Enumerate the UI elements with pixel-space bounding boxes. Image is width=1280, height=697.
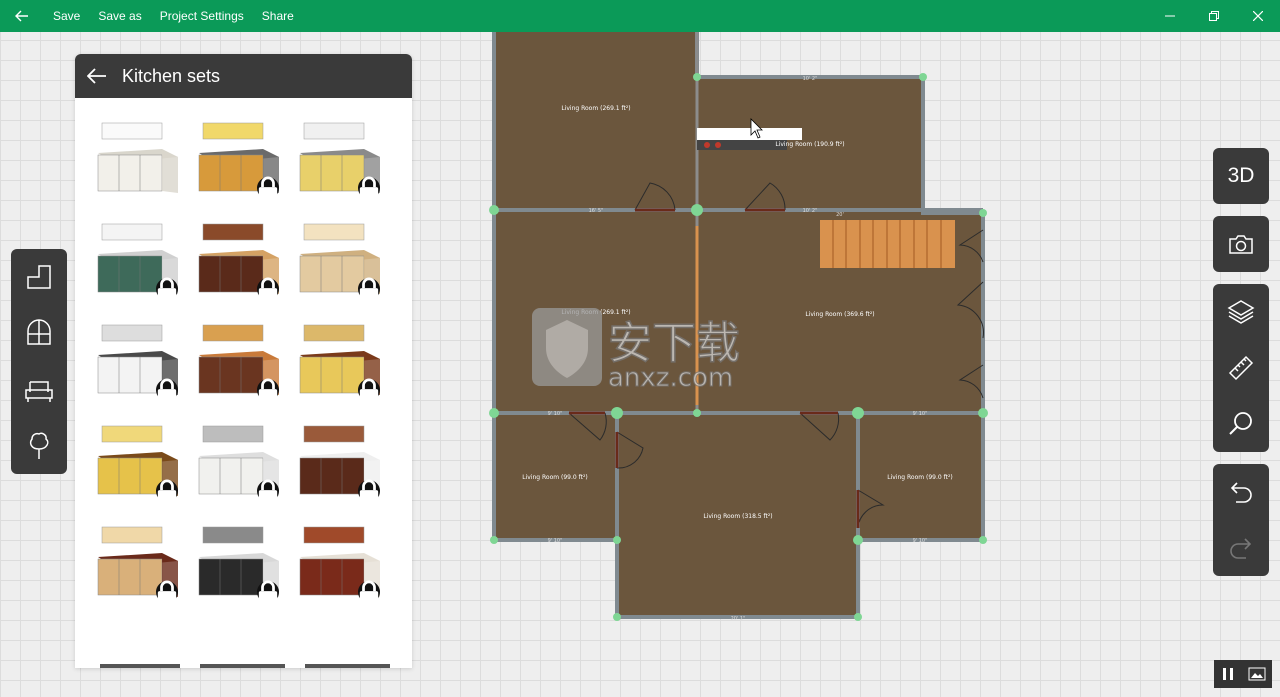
- watermark-sub: anxz.com: [608, 363, 733, 393]
- lock-icon: [358, 277, 380, 301]
- back-arrow-icon: [87, 68, 106, 84]
- wall-tool-icon: [27, 265, 51, 289]
- restore-button[interactable]: [1192, 0, 1236, 32]
- catalog-item[interactable]: [87, 409, 188, 510]
- room-label: Living Room (318.5 ft²): [703, 513, 772, 520]
- lock-icon: [156, 580, 178, 604]
- media-controls: [1214, 660, 1272, 688]
- tree-plant-icon: [29, 432, 49, 459]
- project-settings-button[interactable]: Project Settings: [151, 0, 253, 32]
- lock-icon: [257, 277, 279, 301]
- history-group: [1213, 464, 1269, 576]
- catalog-item[interactable]: [188, 409, 289, 510]
- catalog-panel: Kitchen sets: [75, 54, 412, 668]
- measure-button[interactable]: [1213, 340, 1269, 396]
- lock-icon: [358, 378, 380, 402]
- catalog-item[interactable]: [188, 106, 289, 207]
- catalog-item[interactable]: [188, 308, 289, 409]
- close-icon: [1253, 11, 1263, 21]
- lock-icon: [257, 479, 279, 503]
- wall-tool-button[interactable]: [17, 255, 61, 299]
- title-bar: Save Save as Project Settings Share: [0, 0, 1280, 32]
- catalog-header: Kitchen sets: [75, 54, 412, 98]
- dimension-label: 9' 10": [913, 538, 928, 544]
- catalog-item[interactable]: [289, 409, 390, 510]
- catalog-item[interactable]: [87, 106, 188, 207]
- furniture-sofa-icon: [25, 380, 53, 402]
- layers-icon: [1227, 300, 1255, 324]
- catalog-item[interactable]: [188, 207, 289, 308]
- redo-button[interactable]: [1213, 520, 1269, 576]
- room-label: Living Room (190.9 ft²): [775, 141, 844, 148]
- view-3d-group: 3D: [1213, 148, 1269, 204]
- catalog-item[interactable]: [87, 308, 188, 409]
- undo-button[interactable]: [1213, 464, 1269, 520]
- dimension-label: 10' 2": [803, 76, 818, 82]
- tool-rail: [11, 249, 67, 474]
- catalog-item[interactable]: [289, 308, 390, 409]
- catalog-back-button[interactable]: [75, 54, 119, 98]
- dimension-label: 10' 2": [803, 208, 818, 214]
- catalog-title: Kitchen sets: [122, 65, 221, 86]
- room-label: Living Room (99.0 ft²): [522, 474, 587, 481]
- catalog-item[interactable]: [289, 207, 390, 308]
- view-tools-group: [1213, 284, 1269, 452]
- close-button[interactable]: [1236, 0, 1280, 32]
- watermark: 安下载 anxz.com: [532, 308, 741, 394]
- catalog-item[interactable]: [289, 106, 390, 207]
- search-icon: [1229, 412, 1252, 435]
- room-label: Living Room (269.1 ft²): [561, 105, 630, 112]
- redo-icon: [1230, 538, 1252, 559]
- minimize-icon: [1165, 15, 1175, 17]
- watermark-text: 安下载: [608, 318, 740, 369]
- floor-plan[interactable]: Living Room (269.1 ft²) Living Room (190…: [480, 32, 1000, 632]
- dimension-label: 9' 10": [548, 411, 563, 417]
- lock-icon: [257, 378, 279, 402]
- back-button[interactable]: [0, 0, 44, 32]
- minimize-button[interactable]: [1148, 0, 1192, 32]
- ruler-icon: [1228, 355, 1254, 381]
- catalog-item[interactable]: [188, 510, 289, 611]
- zoom-search-button[interactable]: [1213, 396, 1269, 452]
- lock-icon: [156, 277, 178, 301]
- dimension-label: 20' 1": [731, 616, 746, 622]
- lock-icon: [358, 580, 380, 604]
- dimension-label: 20': [836, 212, 844, 218]
- pause-icon[interactable]: [1221, 667, 1235, 681]
- save-button[interactable]: Save: [44, 0, 89, 32]
- view-3d-button[interactable]: 3D: [1213, 148, 1269, 204]
- picture-in-picture-icon[interactable]: [1248, 667, 1266, 681]
- layers-button[interactable]: [1213, 284, 1269, 340]
- dimension-label: 9' 10": [548, 538, 563, 544]
- next-row-peek: [95, 664, 395, 668]
- window-tool-icon: [27, 319, 51, 346]
- lock-icon: [156, 479, 178, 503]
- room-label: Living Room (99.0 ft²): [887, 474, 952, 481]
- window-tool-button[interactable]: [17, 311, 61, 355]
- save-as-button[interactable]: Save as: [89, 0, 150, 32]
- room-label: Living Room (369.6 ft²): [805, 311, 874, 318]
- stairs[interactable]: [820, 220, 955, 268]
- lock-icon: [156, 378, 178, 402]
- catalog-item[interactable]: [289, 510, 390, 611]
- lock-icon: [358, 176, 380, 200]
- lock-icon: [257, 176, 279, 200]
- undo-icon: [1230, 482, 1252, 503]
- dimension-label: 9' 10": [913, 411, 928, 417]
- snapshot-button[interactable]: [1213, 216, 1269, 272]
- catalog-item[interactable]: [87, 510, 188, 611]
- back-arrow-icon: [15, 10, 28, 22]
- furniture-tool-button[interactable]: [17, 368, 61, 412]
- kitchen-set-thumbnail-icon: [97, 122, 178, 193]
- catalog-grid: [87, 106, 405, 611]
- camera-group: [1213, 216, 1269, 272]
- camera-icon: [1229, 235, 1253, 254]
- outdoor-tool-button[interactable]: [17, 424, 61, 468]
- catalog-item[interactable]: [87, 207, 188, 308]
- lock-icon: [257, 580, 279, 604]
- lock-icon: [358, 479, 380, 503]
- share-button[interactable]: Share: [253, 0, 303, 32]
- restore-icon: [1209, 11, 1219, 21]
- dimension-label: 16' 5": [589, 208, 604, 214]
